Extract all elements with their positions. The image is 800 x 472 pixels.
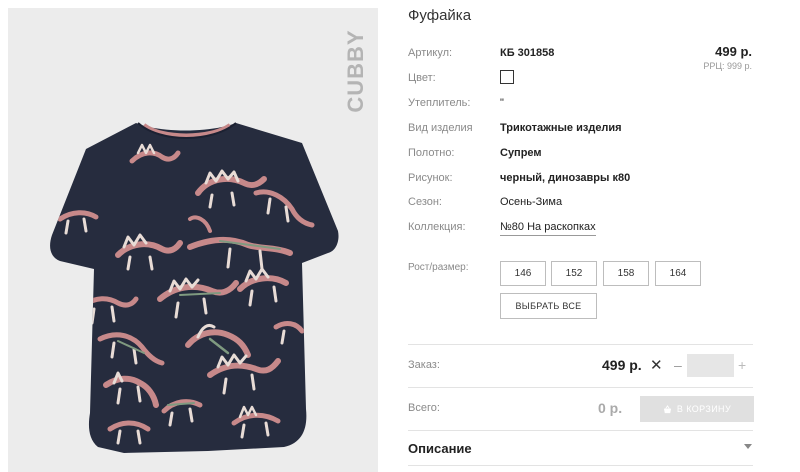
spec-label: Вид изделия — [408, 122, 473, 134]
spec-label: Цвет: — [408, 72, 436, 84]
product-title: Фуфайка — [408, 7, 472, 24]
rrp-price: РРЦ: 999 р. — [703, 61, 752, 71]
color-swatch[interactable] — [500, 70, 514, 84]
description-toggle[interactable]: Описание — [408, 441, 472, 456]
collection-link[interactable]: №80 На раскопках — [500, 221, 596, 236]
order-label: Заказ: — [408, 359, 440, 371]
order-price: 499 р. — [602, 357, 642, 373]
spec-value: КБ 301858 — [500, 47, 555, 59]
quantity-input[interactable] — [687, 354, 734, 377]
basket-icon — [663, 404, 672, 413]
product-photo — [50, 122, 339, 453]
spec-label: Артикул: — [408, 47, 453, 59]
spec-label: Рисунок: — [408, 172, 453, 184]
divider — [408, 430, 753, 431]
spec-label: Коллекция: — [408, 221, 466, 233]
product-image-panel: CUBBY — [8, 8, 378, 472]
spec-label: Полотно: — [408, 147, 455, 159]
size-option-146[interactable]: 146 — [500, 261, 546, 286]
size-option-164[interactable]: 164 — [655, 261, 701, 286]
spec-value: " — [500, 97, 504, 109]
spec-value: черный, динозавры к80 — [500, 172, 631, 184]
spec-value: Осень-Зима — [500, 196, 563, 208]
chevron-down-icon[interactable] — [744, 444, 752, 449]
increment-button[interactable]: + — [738, 357, 746, 373]
add-to-cart-button[interactable]: В КОРЗИНУ — [640, 396, 754, 422]
brand-logo: CUBBY — [343, 26, 368, 116]
select-all-button[interactable]: ВЫБРАТЬ ВСЕ — [500, 293, 597, 319]
spec-value: Супрем — [500, 147, 542, 159]
spec-label: Сезон: — [408, 196, 442, 208]
add-to-cart-label: В КОРЗИНУ — [676, 404, 732, 414]
total-label: Всего: — [408, 402, 440, 414]
product-price: 499 р. — [715, 44, 752, 59]
total-value: 0 р. — [598, 400, 623, 416]
size-option-158[interactable]: 158 — [603, 261, 649, 286]
size-option-152[interactable]: 152 — [551, 261, 597, 286]
multiply-icon: ✕ — [650, 357, 663, 374]
size-label: Рост/размер: — [408, 262, 469, 273]
divider — [408, 465, 753, 466]
spec-label: Утеплитель: — [408, 97, 471, 109]
spec-value: Трикотажные изделия — [500, 122, 622, 134]
divider — [408, 387, 753, 388]
decrement-button[interactable]: – — [674, 357, 682, 373]
brand-logo-text: CUBBY — [343, 29, 368, 113]
divider — [408, 344, 753, 345]
